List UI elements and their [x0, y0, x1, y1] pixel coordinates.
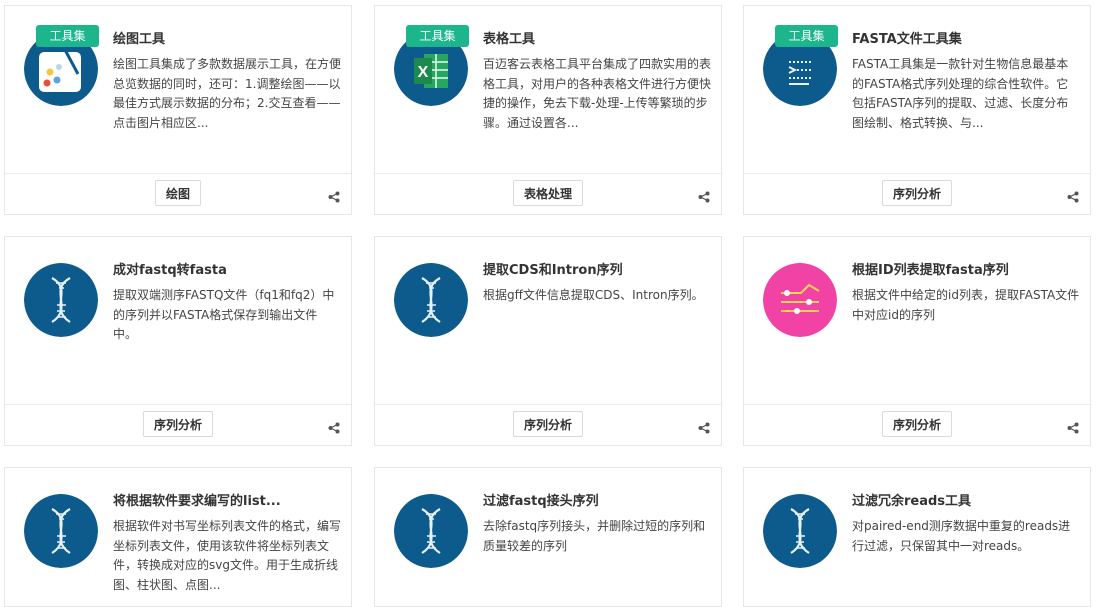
tool-title[interactable]: 成对fastq转fasta — [113, 259, 341, 278]
tool-description: 去除fastq序列接头，并删除过短的序列和质量较差的序列 — [483, 519, 706, 553]
tool-card[interactable]: 成对fastq转fasta 提取双端测序FASTQ文件（fq1和fq2）中的序列并… — [4, 236, 352, 446]
share-icon[interactable] — [1067, 188, 1079, 203]
toolset-badge: 工具集 — [406, 25, 469, 47]
dna-icon[interactable] — [763, 494, 837, 568]
card-footer: 序列分析 — [5, 404, 351, 445]
card-footer: 表格处理 — [375, 173, 721, 214]
tool-description: FASTA工具集是一款针对生物信息最基本的FASTA格式序列处理的综合性软件。它… — [852, 57, 1069, 130]
tool-description: 对paired-end测序数据中重复的reads进行过滤，只保留其中一对read… — [852, 519, 1071, 553]
category-tag-button[interactable]: 序列分析 — [142, 411, 214, 437]
card-footer: 序列分析 — [744, 404, 1090, 445]
list-filter-icon[interactable] — [763, 263, 837, 337]
category-tag-button[interactable]: 绘图 — [154, 180, 202, 206]
card-footer: 序列分析 — [375, 404, 721, 445]
tool-card[interactable]: X 工具集 表格工具百迈客云表格工具平台集成了四款实用的表格工具，对用户的各种表格文… — [374, 5, 722, 215]
card-footer: 序列分析 — [744, 173, 1090, 214]
tool-title[interactable]: 表格工具 — [483, 28, 711, 47]
tool-title[interactable]: 过滤fastq接头序列 — [483, 490, 711, 509]
dna-icon[interactable] — [24, 263, 98, 337]
toolset-badge: 工具集 — [36, 25, 99, 47]
svg-text:X: X — [418, 64, 429, 81]
tool-title[interactable]: 提取CDS和Intron序列 — [483, 259, 711, 278]
share-icon[interactable] — [698, 419, 710, 434]
tool-title[interactable]: 将根据软件要求编写的list... — [113, 490, 341, 509]
tool-description: 根据文件中给定的id列表，提取FASTA文件中对应id的序列 — [852, 288, 1080, 322]
share-icon[interactable] — [328, 188, 340, 203]
category-tag-button[interactable]: 序列分析 — [512, 411, 584, 437]
tool-card[interactable]: 工具集 绘图工具绘图工具集成了多款数据展示工具，在方便总览数据的同时，还可：1.调… — [4, 5, 352, 215]
tool-card[interactable]: 过滤冗余reads工具对paired-end测序数据中重复的reads进行过滤，… — [743, 467, 1091, 607]
share-icon[interactable] — [1067, 419, 1079, 434]
tool-title[interactable]: 绘图工具 — [113, 28, 341, 47]
category-tag-button[interactable]: 序列分析 — [881, 180, 953, 206]
tool-description: 根据软件对书写坐标列表文件的格式，编写坐标列表文件，使用该软件将坐标列表文件，转… — [113, 519, 341, 592]
tool-card[interactable]: 根据ID列表提取fasta序列根据文件中给定的id列表，提取FASTA文件中对应… — [743, 236, 1091, 446]
tool-title[interactable]: FASTA文件工具集 — [852, 28, 1080, 47]
toolset-badge: 工具集 — [775, 25, 838, 47]
dna-icon[interactable] — [394, 263, 468, 337]
share-icon[interactable] — [698, 188, 710, 203]
category-tag-button[interactable]: 序列分析 — [881, 411, 953, 437]
tool-title[interactable]: 根据ID列表提取fasta序列 — [852, 259, 1080, 278]
share-icon[interactable] — [328, 419, 340, 434]
dna-icon[interactable] — [394, 494, 468, 568]
tool-description: 百迈客云表格工具平台集成了四款实用的表格工具，对用户的各种表格文件进行方便快捷的… — [483, 57, 711, 130]
dna-icon[interactable] — [24, 494, 98, 568]
tool-description: 绘图工具集成了多款数据展示工具，在方便总览数据的同时，还可：1.调整绘图——以最… — [113, 57, 341, 130]
tool-description: 根据gff文件信息提取CDS、Intron序列。 — [483, 288, 704, 302]
tool-card[interactable]: 过滤fastq接头序列去除fastq序列接头，并删除过短的序列和质量较差的序列 — [374, 467, 722, 607]
tool-card[interactable]: 提取CDS和Intron序列根据gff文件信息提取CDS、Intron序列。 序… — [374, 236, 722, 446]
tool-card[interactable]: 将根据软件要求编写的list... 根据软件对书写坐标列表文件的格式，编写坐标列表… — [4, 467, 352, 607]
category-tag-button[interactable]: 表格处理 — [512, 180, 584, 206]
tool-description: 提取双端测序FASTQ文件（fq1和fq2）中的序列并以FASTA格式保存到输出… — [113, 288, 335, 341]
tool-card[interactable]: 工具集 FASTA文件工具集 FASTA工具集是一款针对生物信息最基本的FASTA格… — [743, 5, 1091, 215]
card-footer: 绘图 — [5, 173, 351, 214]
tool-title[interactable]: 过滤冗余reads工具 — [852, 490, 1080, 509]
